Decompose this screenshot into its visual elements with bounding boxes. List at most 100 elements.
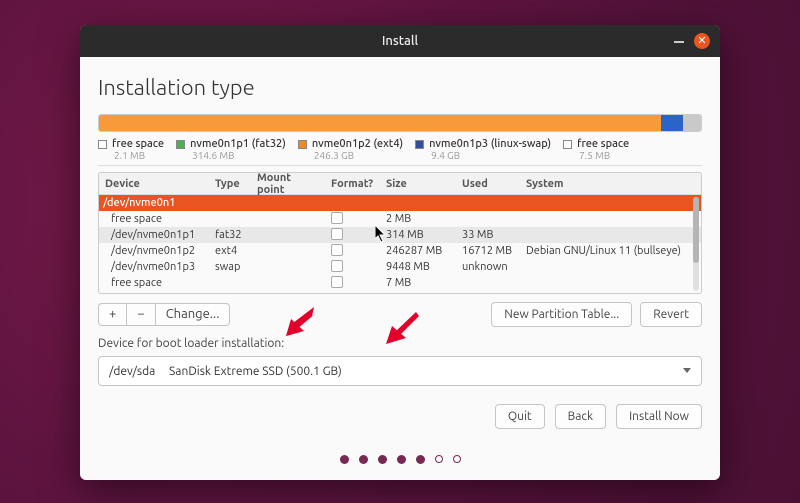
table-scrollbar[interactable] <box>693 197 699 291</box>
cell-device: /dev/nvme0n1p2 <box>99 245 209 257</box>
wizard-footer: Quit Back Install Now <box>98 404 702 429</box>
table-row[interactable]: /dev/nvme0n1p2ext4 246287 MB16712 MBDebia… <box>99 243 701 259</box>
legend-size: 7.5 MB <box>579 150 629 161</box>
cell-used: unknown <box>456 261 520 273</box>
cell-size: 2 MB <box>380 213 456 225</box>
legend-item[interactable]: nvme0n1p1 (fat32)314.6 MB <box>176 138 286 161</box>
cell-format <box>325 276 380 291</box>
format-checkbox[interactable] <box>331 244 343 256</box>
bootloader-desc: SanDisk Extreme SSD (500.1 GB) <box>169 365 342 378</box>
disk-segment-swap <box>661 115 683 131</box>
partition-toolbar: + − Change... New Partition Table... Rev… <box>98 302 702 327</box>
format-checkbox[interactable] <box>331 260 343 272</box>
titlebar: Install ✕ <box>80 25 720 57</box>
step-dot <box>416 455 425 464</box>
scrollbar-thumb[interactable] <box>693 197 699 263</box>
cell-used: 33 MB <box>456 229 520 241</box>
legend-item[interactable]: free space7.5 MB <box>563 138 629 161</box>
legend-size: 314.6 MB <box>192 150 286 161</box>
cell-size: 314 MB <box>380 229 456 241</box>
legend-swatch <box>415 140 424 149</box>
minimize-button[interactable] <box>674 34 686 46</box>
cell-device: /dev/nvme0n1p3 <box>99 261 209 273</box>
table-row[interactable]: /dev/nvme0n1p3swap 9448 MBunknown <box>99 259 701 275</box>
legend-label: free space <box>577 138 629 150</box>
table-body: /dev/nvme0n1 free space 2 MB/dev/nvme0n1p1… <box>99 195 701 291</box>
col-device[interactable]: Device <box>99 178 209 190</box>
cell-device: /dev/nvme0n1p1 <box>99 229 209 241</box>
disk-segment-free <box>683 115 701 131</box>
step-dot <box>435 455 443 463</box>
legend-size: 246.3 GB <box>314 150 403 161</box>
add-partition-button[interactable]: + <box>98 303 126 326</box>
installer-window: Install ✕ Installation type free space2.… <box>80 25 720 480</box>
col-mount[interactable]: Mount point <box>251 172 325 196</box>
cell-type: ext4 <box>209 245 251 257</box>
cell-size: 9448 MB <box>380 261 456 273</box>
partition-table: Device Type Mount point Format? Size Use… <box>98 172 702 294</box>
legend-item[interactable]: nvme0n1p2 (ext4)246.3 GB <box>298 138 403 161</box>
cell-format <box>325 260 380 275</box>
step-dot <box>397 455 406 464</box>
cell-used: 16712 MB <box>456 245 520 257</box>
cell-format <box>325 244 380 259</box>
cell-size: 7 MB <box>380 277 456 289</box>
disk-usage-bar[interactable] <box>98 114 702 132</box>
legend-label: free space <box>112 138 164 150</box>
progress-dots <box>98 447 702 470</box>
change-partition-button[interactable]: Change... <box>155 303 231 326</box>
legend-label: nvme0n1p3 (linux-swap) <box>429 138 551 150</box>
step-dot <box>453 455 461 463</box>
cell-format <box>325 228 380 243</box>
table-row[interactable]: free space 2 MB <box>99 211 701 227</box>
legend-swatch <box>298 140 307 149</box>
window-title: Install <box>382 34 418 48</box>
legend-size: 2.1 MB <box>114 150 164 161</box>
col-format[interactable]: Format? <box>325 178 380 190</box>
legend-label: nvme0n1p2 (ext4) <box>312 138 403 150</box>
close-button[interactable]: ✕ <box>694 33 710 49</box>
format-checkbox[interactable] <box>331 228 343 240</box>
install-now-button[interactable]: Install Now <box>616 404 702 429</box>
cell-size: 246287 MB <box>380 245 456 257</box>
cell-device: free space <box>99 213 209 225</box>
legend-item[interactable]: free space2.1 MB <box>98 138 164 161</box>
col-size[interactable]: Size <box>380 178 456 190</box>
legend-size: 9.4 GB <box>431 150 551 161</box>
partition-legend: free space2.1 MBnvme0n1p1 (fat32)314.6 M… <box>98 138 702 166</box>
legend-label: nvme0n1p1 (fat32) <box>190 138 286 150</box>
quit-button[interactable]: Quit <box>495 404 545 429</box>
legend-swatch <box>563 140 572 149</box>
legend-swatch <box>176 140 185 149</box>
table-row[interactable]: /dev/nvme0n1 <box>99 195 701 211</box>
page-heading: Installation type <box>98 75 702 100</box>
bootloader-device: /dev/sda <box>109 365 169 378</box>
cell-system: Debian GNU/Linux 11 (bullseye) <box>520 245 701 257</box>
col-type[interactable]: Type <box>209 178 251 190</box>
legend-swatch <box>98 140 107 149</box>
cell-type: fat32 <box>209 229 251 241</box>
bootloader-label: Device for boot loader installation: <box>98 337 702 350</box>
legend-item[interactable]: nvme0n1p3 (linux-swap)9.4 GB <box>415 138 551 161</box>
disk-segment-main <box>99 115 661 131</box>
cell-device: free space <box>99 277 209 289</box>
bootloader-device-select[interactable]: /dev/sda SanDisk Extreme SSD (500.1 GB) <box>98 356 702 386</box>
new-partition-table-button[interactable]: New Partition Table... <box>491 302 632 327</box>
table-row[interactable]: free space 7 MB <box>99 275 701 291</box>
table-row[interactable]: /dev/nvme0n1p1fat32 314 MB33 MB <box>99 227 701 243</box>
col-system[interactable]: System <box>520 178 701 190</box>
format-checkbox[interactable] <box>331 276 343 288</box>
col-used[interactable]: Used <box>456 178 520 190</box>
revert-button[interactable]: Revert <box>640 302 702 327</box>
remove-partition-button[interactable]: − <box>126 303 154 326</box>
step-dot <box>378 455 387 464</box>
format-checkbox[interactable] <box>331 212 343 224</box>
step-dot <box>340 455 349 464</box>
cell-device: /dev/nvme0n1 <box>99 197 209 209</box>
back-button[interactable]: Back <box>555 404 606 429</box>
content-area: Installation type free space2.1 MBnvme0n… <box>80 57 720 480</box>
table-header: Device Type Mount point Format? Size Use… <box>99 173 701 195</box>
cell-format <box>325 212 380 227</box>
cell-type: swap <box>209 261 251 273</box>
step-dot <box>359 455 368 464</box>
